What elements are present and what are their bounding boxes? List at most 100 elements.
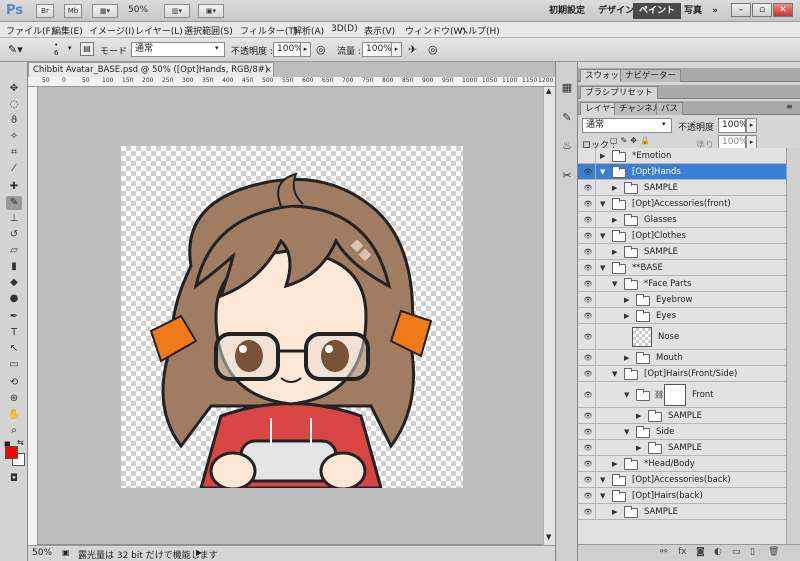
layer-row[interactable]: 👁 ▶ Mouth xyxy=(578,350,786,366)
layer-row[interactable]: 👁 ▼ [Opt]Clothes xyxy=(578,228,786,244)
layer-row[interactable]: 👁 ▼ [Opt]Hands xyxy=(578,164,786,180)
layer-row[interactable]: 👁 ▶ SAMPLE xyxy=(578,504,786,520)
mode-select[interactable]: 通常 xyxy=(131,42,225,57)
eye-icon[interactable]: 👁 xyxy=(582,311,594,321)
expanded-triangle-icon[interactable]: ▼ xyxy=(612,370,620,378)
brush-panel-toggle-icon[interactable]: ▤ xyxy=(80,42,94,56)
layer-row[interactable]: 👁 ▼ ⛓ Front xyxy=(578,382,786,408)
opacity-slider-button[interactable]: ▸ xyxy=(300,42,311,57)
visibility-cell[interactable]: 👁 xyxy=(578,212,596,228)
expanded-triangle-icon[interactable]: ▼ xyxy=(600,492,608,500)
healing-brush-tool-icon[interactable]: ✚ xyxy=(6,180,22,194)
layer-row[interactable]: 👁 ▶ Eyes xyxy=(578,308,786,324)
collapsed-triangle-icon[interactable]: ▶ xyxy=(636,412,644,420)
tab-brush-presets[interactable]: ブラシプリセット xyxy=(580,86,658,99)
layer-row[interactable]: 👁 Nose xyxy=(578,324,786,350)
layer-row[interactable]: 👁 ▼ [Opt]Hairs(Front/Side) xyxy=(578,366,786,382)
eye-icon[interactable]: 👁 xyxy=(582,353,594,363)
menu-layer[interactable]: レイヤー(L) xyxy=(135,24,183,37)
new-group-icon[interactable]: ▭ xyxy=(732,547,741,557)
collapsed-triangle-icon[interactable]: ▶ xyxy=(600,152,608,160)
eye-icon[interactable]: 👁 xyxy=(582,231,594,241)
eye-icon[interactable]: 👁 xyxy=(582,459,594,469)
link-layers-icon[interactable]: ⚯ xyxy=(660,547,668,557)
layer-row[interactable]: 👁 ▼ *Face Parts xyxy=(578,276,786,292)
eye-icon[interactable]: 👁 xyxy=(582,491,594,501)
flow-input[interactable]: 100% xyxy=(362,42,392,57)
collapsed-triangle-icon[interactable]: ▶ xyxy=(612,184,620,192)
eye-icon[interactable]: 👁 xyxy=(582,427,594,437)
workspace-default[interactable]: 初期設定 xyxy=(543,3,591,19)
layer-row[interactable]: 👁 ▼ **BASE xyxy=(578,260,786,276)
close-icon[interactable]: ✕ xyxy=(773,3,793,17)
expanded-triangle-icon[interactable]: ▼ xyxy=(600,476,608,484)
zoom-level[interactable]: 50% xyxy=(128,5,148,15)
visibility-cell[interactable]: 👁 xyxy=(578,324,596,350)
clone-source-icon[interactable]: ♨ xyxy=(559,138,575,154)
eraser-tool-icon[interactable]: ▱ xyxy=(6,244,22,258)
visibility-cell[interactable]: 👁 xyxy=(578,488,596,504)
layers-scrollbar[interactable] xyxy=(786,148,800,544)
eye-icon[interactable]: 👁 xyxy=(582,332,594,342)
visibility-cell[interactable]: 👁 xyxy=(578,244,596,260)
document-tab[interactable]: Chibbit Avatar_BASE.psd @ 50% ([Opt]Hand… xyxy=(28,62,274,89)
layer-style-icon[interactable]: fx xyxy=(678,547,687,557)
mini-bridge-button[interactable]: Mb xyxy=(64,4,82,18)
menu-analysis[interactable]: 解析(A) xyxy=(293,24,324,37)
visibility-cell[interactable]: 👁 xyxy=(578,408,596,424)
panel-menu-icon[interactable]: ≡ xyxy=(786,102,793,111)
dodge-tool-icon[interactable]: ● xyxy=(6,292,22,306)
airbrush-icon[interactable]: ✈ xyxy=(408,43,417,56)
add-mask-icon[interactable]: ◙ xyxy=(696,547,705,557)
menu-help[interactable]: ヘルプ(H) xyxy=(459,24,500,37)
pen-tool-icon[interactable]: ✒ xyxy=(6,310,22,324)
eye-icon[interactable]: 👁 xyxy=(582,443,594,453)
layer-row[interactable]: 👁 ▼ [Opt]Accessories(front) xyxy=(578,196,786,212)
layer-row[interactable]: 👁 ▶ Eyebrow xyxy=(578,292,786,308)
collapsed-triangle-icon[interactable]: ▶ xyxy=(612,216,620,224)
document-info-icon[interactable]: ▣ xyxy=(62,548,70,557)
lock-options-icon[interactable]: ▢✎✥🔒 xyxy=(610,136,653,145)
quick-select-tool-icon[interactable]: ✧ xyxy=(6,130,22,144)
layer-row[interactable]: ▶ *Emotion xyxy=(578,148,786,164)
collapsed-triangle-icon[interactable]: ▶ xyxy=(624,354,632,362)
visibility-cell[interactable]: 👁 xyxy=(578,164,596,180)
layer-row[interactable]: 👁 ▶ *Head/Body xyxy=(578,456,786,472)
collapsed-triangle-icon[interactable]: ▶ xyxy=(636,444,644,452)
mask-link-icon[interactable]: ⛓ xyxy=(654,390,664,399)
visibility-cell[interactable]: 👁 xyxy=(578,196,596,212)
status-zoom[interactable]: 50% xyxy=(32,548,52,558)
eye-icon[interactable]: 👁 xyxy=(582,263,594,273)
brush-tool-preset-icon[interactable]: ✎▾ xyxy=(8,43,23,56)
visibility-cell[interactable]: 👁 xyxy=(578,366,596,382)
zoom-tool-icon[interactable]: ⌕ xyxy=(6,424,22,438)
expanded-triangle-icon[interactable]: ▼ xyxy=(600,200,608,208)
gradient-tool-icon[interactable]: ▮ xyxy=(6,260,22,274)
layer-row[interactable]: 👁 ▶ SAMPLE xyxy=(578,244,786,260)
visibility-cell[interactable]: 👁 xyxy=(578,308,596,324)
menu-image[interactable]: イメージ(I) xyxy=(89,24,135,37)
more-workspaces-button[interactable]: » xyxy=(706,3,724,19)
layer-row[interactable]: 👁 ▼ [Opt]Accessories(back) xyxy=(578,472,786,488)
scroll-down-icon[interactable]: ▼ xyxy=(546,533,551,541)
menu-view[interactable]: 表示(V) xyxy=(364,24,395,37)
eye-icon[interactable]: 👁 xyxy=(582,390,594,400)
new-layer-icon[interactable]: ▯ xyxy=(750,547,755,557)
visibility-cell[interactable]: 👁 xyxy=(578,276,596,292)
clone-stamp-tool-icon[interactable]: ⊥ xyxy=(6,212,22,226)
layer-mask-thumbnail[interactable] xyxy=(664,384,686,406)
marquee-tool-icon[interactable]: ◌ xyxy=(6,98,22,112)
tab-navigator[interactable]: ナビゲーター xyxy=(620,69,682,82)
menu-select[interactable]: 選択範囲(S) xyxy=(184,24,233,37)
brush-presets-icon[interactable]: ✎ xyxy=(559,110,575,126)
blend-mode-select[interactable]: 通常 xyxy=(582,118,672,133)
menu-3d[interactable]: 3D(D) xyxy=(331,24,358,34)
menu-edit[interactable]: 編集(E) xyxy=(52,24,83,37)
collapsed-triangle-icon[interactable]: ▶ xyxy=(612,460,620,468)
workspace-paint[interactable]: ペイント xyxy=(633,3,682,19)
adjustment-layer-icon[interactable]: ◐ xyxy=(714,547,722,557)
visibility-cell[interactable]: 👁 xyxy=(578,180,596,196)
minimize-icon[interactable]: – xyxy=(731,3,751,17)
collapsed-triangle-icon[interactable]: ▶ xyxy=(612,248,620,256)
expanded-triangle-icon[interactable]: ▼ xyxy=(612,280,620,288)
